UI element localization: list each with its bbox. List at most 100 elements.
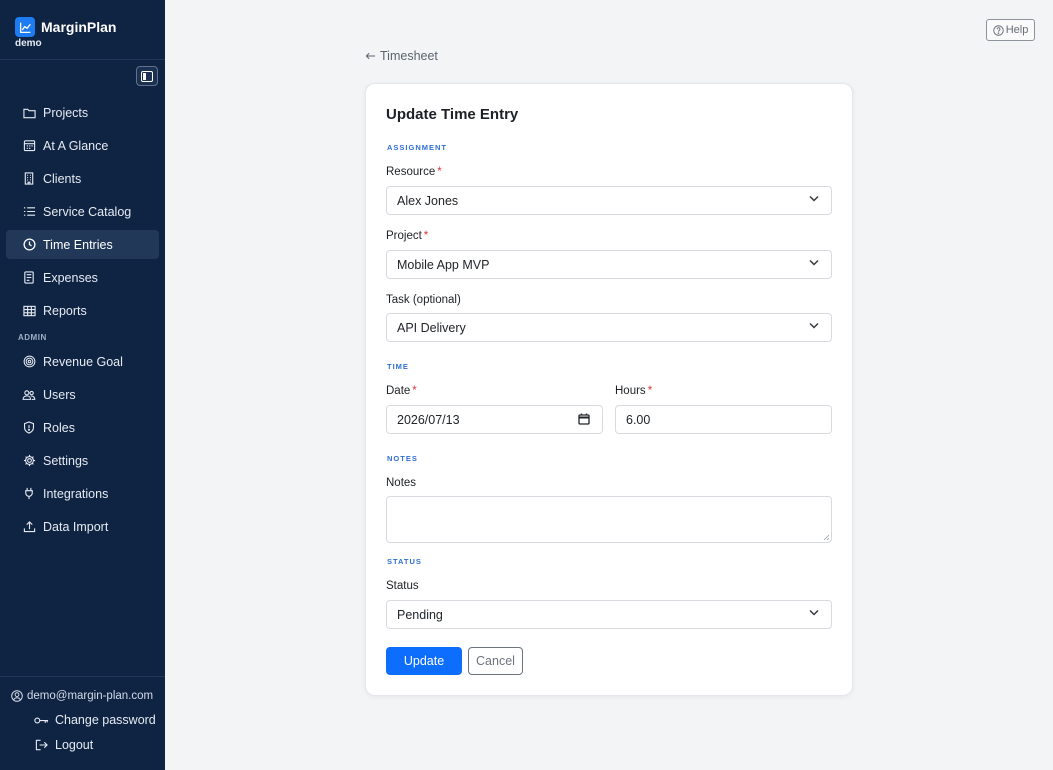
logout-link[interactable]: Logout bbox=[33, 738, 93, 752]
sidebar-item-label: Clients bbox=[43, 171, 82, 186]
logout-icon bbox=[33, 739, 49, 751]
sidebar-item-time-entries[interactable]: Time Entries bbox=[6, 230, 159, 259]
sidebar-item-at-a-glance[interactable]: At A Glance bbox=[6, 131, 159, 160]
user-circle-icon bbox=[11, 690, 23, 702]
arrow-left-icon bbox=[365, 52, 376, 60]
help-button[interactable]: Help bbox=[986, 19, 1035, 41]
section-notes: NOTES bbox=[387, 454, 418, 463]
resource-label: Resource * bbox=[386, 166, 442, 178]
resource-select[interactable]: Alex Jones bbox=[386, 186, 832, 215]
change-password-label: Change password bbox=[55, 713, 156, 727]
page-title: Update Time Entry bbox=[386, 106, 519, 123]
resize-grip-icon[interactable] bbox=[823, 534, 829, 540]
chevron-down-icon bbox=[809, 195, 819, 202]
clock-icon bbox=[22, 238, 36, 252]
project-value: Mobile App MVP bbox=[397, 257, 490, 272]
project-label: Project * bbox=[386, 230, 428, 242]
resource-value: Alex Jones bbox=[397, 193, 459, 208]
sidebar-item-label: Settings bbox=[43, 453, 89, 468]
section-time: TIME bbox=[387, 362, 409, 371]
table-icon bbox=[22, 304, 36, 318]
hours-value: 6.00 bbox=[626, 412, 651, 427]
project-select[interactable]: Mobile App MVP bbox=[386, 250, 832, 279]
receipt-icon bbox=[22, 271, 36, 285]
admin-section-label: ADMIN bbox=[18, 333, 47, 342]
sidebar-item-service-catalog[interactable]: Service Catalog bbox=[6, 197, 159, 226]
sidebar-item-integrations[interactable]: Integrations bbox=[6, 479, 159, 508]
calendar-picker-icon[interactable] bbox=[578, 413, 590, 425]
sidebar-divider bbox=[0, 59, 165, 60]
back-to-timesheet-link[interactable]: Timesheet bbox=[365, 49, 438, 63]
change-password-link[interactable]: Change password bbox=[33, 713, 156, 727]
plug-icon bbox=[22, 487, 36, 501]
task-select[interactable]: API Delivery bbox=[386, 313, 832, 342]
status-select[interactable]: Pending bbox=[386, 600, 832, 629]
date-label-text: Date bbox=[386, 385, 411, 397]
calendar-icon bbox=[22, 139, 36, 153]
sidebar-item-label: Projects bbox=[43, 105, 89, 120]
sidebar-item-data-import[interactable]: Data Import bbox=[6, 512, 159, 541]
hours-input[interactable]: 6.00 bbox=[615, 405, 832, 434]
sidebar-item-users[interactable]: Users bbox=[6, 380, 159, 409]
required-mark: * bbox=[647, 385, 653, 397]
brand[interactable]: MarginPlan bbox=[15, 17, 116, 37]
brand-subtitle: demo bbox=[15, 38, 42, 49]
sidebar-item-label: Data Import bbox=[43, 519, 109, 534]
project-label-text: Project bbox=[386, 230, 422, 242]
notes-textarea[interactable] bbox=[386, 496, 832, 543]
status-label: Status bbox=[386, 580, 419, 592]
sidebar-item-clients[interactable]: Clients bbox=[6, 164, 159, 193]
sidebar-item-label: Roles bbox=[43, 420, 75, 435]
sidebar-bottom-divider bbox=[0, 676, 165, 677]
chevron-down-icon bbox=[809, 322, 819, 329]
user-email: demo@margin-plan.com bbox=[11, 690, 153, 702]
gear-icon bbox=[22, 454, 36, 468]
building-icon bbox=[22, 172, 36, 186]
sidebar-item-expenses[interactable]: Expenses bbox=[6, 263, 159, 292]
time-entry-form-card: Update Time Entry ASSIGNMENT Resource * A… bbox=[365, 83, 853, 696]
sidebar-item-roles[interactable]: Roles bbox=[6, 413, 159, 442]
task-label: Task (optional) bbox=[386, 294, 461, 306]
sidebar-item-reports[interactable]: Reports bbox=[6, 296, 159, 325]
sidebar-item-label: Expenses bbox=[43, 270, 98, 285]
sidebar-item-label: Revenue Goal bbox=[43, 354, 123, 369]
question-circle-icon bbox=[992, 24, 1004, 36]
sidebar-item-settings[interactable]: Settings bbox=[6, 446, 159, 475]
sidebar-item-label: Users bbox=[43, 387, 76, 402]
date-value: 2026/07/13 bbox=[397, 412, 460, 427]
sidebar-item-projects[interactable]: Projects bbox=[6, 98, 159, 127]
shield-icon bbox=[22, 421, 36, 435]
update-button[interactable]: Update bbox=[386, 647, 462, 675]
sidebar-item-revenue-goal[interactable]: Revenue Goal bbox=[6, 347, 159, 376]
date-label: Date * bbox=[386, 385, 417, 397]
cancel-button[interactable]: Cancel bbox=[468, 647, 523, 675]
resource-label-text: Resource bbox=[386, 166, 436, 178]
target-icon bbox=[22, 355, 36, 369]
hours-label-text: Hours bbox=[615, 385, 646, 397]
task-value: API Delivery bbox=[397, 320, 466, 335]
logout-label: Logout bbox=[55, 738, 94, 752]
chevron-down-icon bbox=[809, 259, 819, 266]
brand-name: MarginPlan bbox=[41, 19, 117, 35]
users-icon bbox=[22, 388, 36, 402]
upload-icon bbox=[22, 520, 36, 534]
sidebar-toggle-button[interactable] bbox=[136, 66, 158, 86]
sidebar-item-label: Integrations bbox=[43, 486, 109, 501]
section-status: STATUS bbox=[387, 557, 422, 566]
user-email-text: demo@margin-plan.com bbox=[27, 690, 154, 702]
back-link-label: Timesheet bbox=[380, 49, 438, 63]
section-assignment: ASSIGNMENT bbox=[387, 143, 448, 152]
sidebar-item-label: At A Glance bbox=[43, 138, 109, 153]
required-mark: * bbox=[437, 166, 442, 178]
date-input[interactable]: 2026/07/13 bbox=[386, 405, 603, 434]
required-mark: * bbox=[423, 230, 429, 242]
sidebar-toggle-icon bbox=[141, 70, 153, 82]
sidebar: MarginPlan demo Projects At A Glance Cli… bbox=[0, 0, 165, 770]
sidebar-item-label: Time Entries bbox=[43, 237, 113, 252]
required-mark: * bbox=[412, 385, 417, 397]
status-value: Pending bbox=[397, 607, 443, 622]
list-icon bbox=[22, 205, 36, 219]
sidebar-item-label: Service Catalog bbox=[43, 204, 132, 219]
help-label: Help bbox=[1005, 24, 1029, 36]
chevron-down-icon bbox=[809, 609, 819, 616]
